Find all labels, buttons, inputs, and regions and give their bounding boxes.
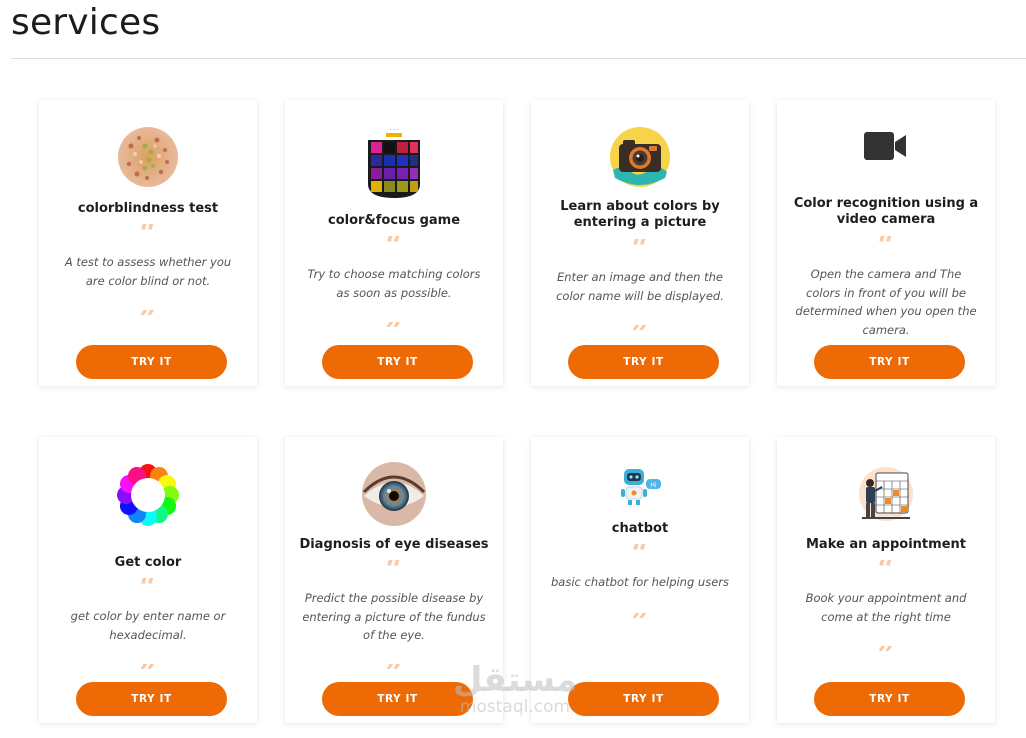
service-card-colorblindness-test: colorblindness test “ A test to assess w… — [39, 100, 257, 386]
card-description: A test to assess whether you are color b… — [64, 255, 232, 288]
quote-open-icon: “ — [385, 236, 403, 254]
quote-open-icon: “ — [631, 544, 649, 562]
card-title: color&focus game — [327, 213, 461, 228]
quote-open-icon: “ — [877, 560, 895, 578]
camera-icon — [531, 126, 749, 188]
video-camera-icon — [777, 132, 995, 160]
card-title: chatbot — [611, 521, 669, 536]
try-it-button[interactable]: TRY IT — [568, 345, 719, 379]
ishihara-plate-icon — [39, 126, 257, 188]
quote-close-icon: ” — [631, 325, 649, 343]
robot-icon: Hi — [531, 467, 749, 507]
quote-open-icon: “ — [385, 560, 403, 578]
quote-open-icon: “ — [877, 236, 895, 254]
quote-open-icon: “ — [139, 224, 157, 242]
card-title: colorblindness test — [77, 201, 219, 216]
card-description: basic chatbot for helping users — [550, 575, 730, 589]
card-description: Try to choose matching colors as soon as… — [307, 267, 481, 300]
quote-close-icon: ” — [139, 664, 157, 682]
try-it-button[interactable]: TRY IT — [76, 345, 227, 379]
quote-open-icon: “ — [139, 578, 157, 596]
quote-open-icon: “ — [631, 239, 649, 257]
svg-text:Hi: Hi — [650, 482, 657, 489]
quote-close-icon: ” — [139, 310, 157, 328]
quote-close-icon: ” — [385, 322, 403, 340]
color-grid-game-icon: · · · — [285, 126, 503, 200]
card-title: Diagnosis of eye diseases — [299, 537, 489, 552]
title-divider — [11, 58, 1026, 59]
try-it-button[interactable]: TRY IT — [76, 682, 227, 716]
card-description: Predict the possible disease by entering… — [302, 591, 486, 642]
card-description: Open the camera and The colors in front … — [795, 267, 977, 337]
service-card-get-color: Get color “ get color by enter name or h… — [39, 437, 257, 723]
service-card-eye-diseases: Diagnosis of eye diseases “ Predict the … — [285, 437, 503, 723]
service-card-learn-colors-picture: Learn about colors by entering a picture… — [531, 100, 749, 386]
try-it-button[interactable]: TRY IT — [568, 682, 719, 716]
try-it-button[interactable]: TRY IT — [322, 345, 473, 379]
service-card-video-camera: Color recognition using a video camera “… — [777, 100, 995, 386]
calendar-appointment-icon — [777, 463, 995, 525]
card-title: Make an appointment — [806, 537, 966, 552]
card-description: Enter an image and then the color name w… — [556, 270, 724, 303]
card-description: get color by enter name or hexadecimal. — [70, 609, 226, 642]
try-it-button[interactable]: TRY IT — [814, 682, 965, 716]
card-title: Learn about colors by entering a picture — [560, 199, 720, 230]
service-card-color-focus-game: · · · color&focus game “ Try to choose m… — [285, 100, 503, 386]
eye-icon — [285, 462, 503, 526]
service-card-chatbot: Hi chatbot “ basic chatbot for helping u… — [531, 437, 749, 723]
service-card-appointment: Make an appointment “ Book your appointm… — [777, 437, 995, 723]
quote-close-icon: ” — [877, 646, 895, 664]
quote-close-icon: ” — [385, 664, 403, 682]
try-it-button[interactable]: TRY IT — [322, 682, 473, 716]
try-it-button[interactable]: TRY IT — [814, 345, 965, 379]
quote-close-icon: ” — [631, 613, 649, 631]
card-title: Color recognition using a video camera — [793, 196, 979, 227]
card-title: Get color — [114, 555, 182, 570]
svg-text:· · ·: · · · — [390, 127, 398, 133]
color-wheel-icon — [39, 463, 257, 527]
card-description: Book your appointment and come at the ri… — [805, 591, 967, 624]
page-title: services — [11, 2, 161, 43]
